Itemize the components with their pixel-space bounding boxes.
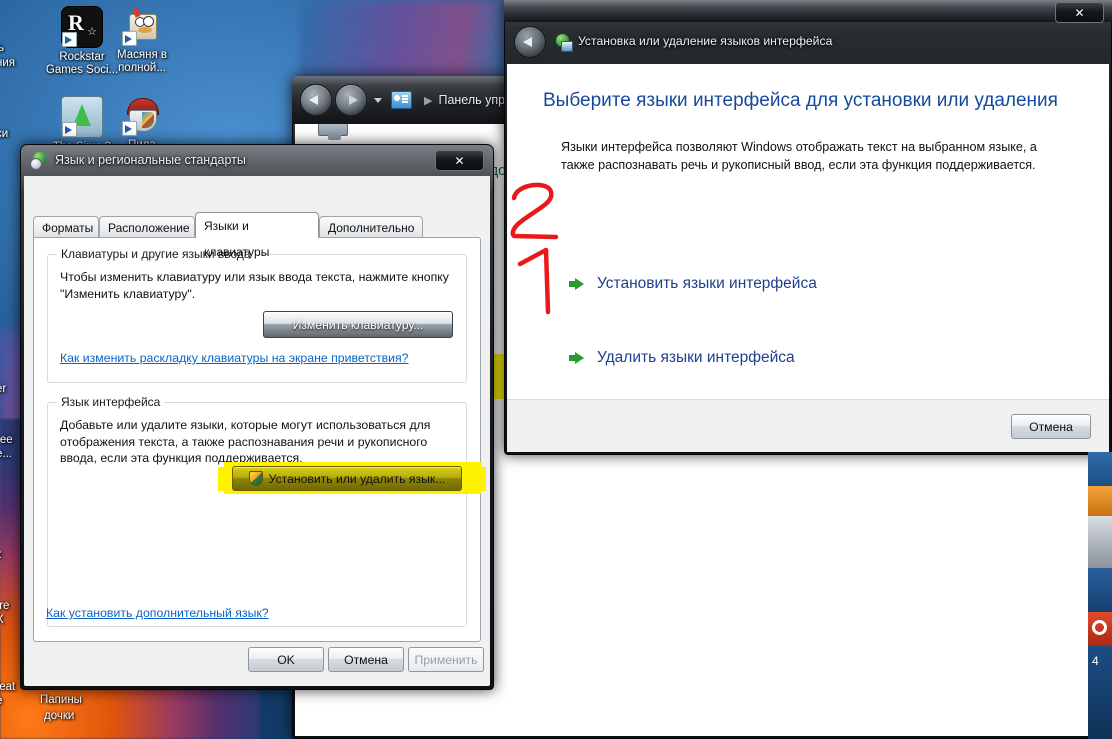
pila-icon [122,96,162,136]
breadcrumb: Установка или удаление языков интерфейса [578,34,833,48]
desktop-gradient-purple [300,0,510,80]
cp-item-label: производительности [359,124,498,127]
monitor-icon [317,124,348,140]
group-ui-language: Язык интерфейса Добавьте или удалите язы… [47,395,486,627]
clipped-label-2: ния [0,57,16,69]
clipped-label-papiny: Папины [40,694,82,706]
tabpanel-keyboards-languages: Клавиатуры и другие языки ввода Чтобы из… [33,237,486,642]
green-arrow-icon [569,277,584,292]
forward-button[interactable] [335,84,367,116]
task-label: Установить языки интерфейса [597,275,817,292]
clipped-label-6: e... [0,448,12,460]
tabstrip: Форматы Расположение Языки и клавиатуры … [33,212,481,259]
group-keyboards: Клавиатуры и другие языки ввода Чтобы из… [47,247,467,383]
clipped-label-9: X [0,614,4,626]
change-keyboard-button[interactable]: Изменить клавиатуру... [263,311,453,338]
gadget-strip-1 [1088,452,1112,486]
clipped-label-11: e [0,695,2,707]
breadcrumb-separator-icon: ▶ [424,94,433,107]
install-window-content: Выберите языки интерфейса для установки … [507,64,1109,452]
clipped-label-dochki: дочки [44,710,75,722]
masyanya-icon [122,6,162,46]
region-dialog-title: Язык и региональные стандарты [55,153,246,167]
page-description: Языки интерфейса позволяют Windows отобр… [561,140,1037,172]
cancel-button[interactable]: Отмена [328,647,404,672]
install-remove-language-label: Установить или удалить язык... [268,471,446,486]
group-keyboards-text: Чтобы изменить клавиатуру или язык ввода… [60,270,449,301]
cancel-button[interactable]: Отмена [1011,414,1091,439]
install-remove-language-button[interactable]: Установить или удалить язык... [232,466,462,491]
back-button[interactable] [514,26,546,58]
task-label: Удалить языки интерфейса [597,349,795,366]
install-window-footer: Отмена [507,399,1109,452]
region-dialog-titlebar[interactable]: Язык и региональные стандарты [20,144,494,176]
control-panel-icon [391,91,412,109]
clipped-label-8: tre [0,600,10,612]
install-window-titlebar[interactable] [504,0,1112,22]
gadget-strip-4 [1088,568,1112,612]
desktop-icon-masyanya[interactable]: Масяня в полной... [96,6,188,75]
task-install-languages[interactable]: Установить языки интерфейса [569,275,817,293]
sidebar-gadget-sliver[interactable]: 4 [1088,452,1112,739]
clipped-label-1: ь [0,42,4,54]
clipped-label-5: ree [0,434,13,446]
clipped-label-3: си [0,128,9,140]
install-languages-window[interactable]: ✕ Установка или удаление языков интерфей… [504,0,1112,455]
recent-pages-chevron-icon[interactable] [374,97,382,103]
group-ui-language-text: Добавьте или удалите языки, которые могу… [60,418,431,465]
clipped-label-7: к [0,549,1,561]
close-icon[interactable]: ✕ [435,150,484,171]
clipped-label-10: feat [0,681,16,693]
shield-icon [248,471,263,486]
region-language-icon [30,151,47,170]
cp-item-performance[interactable]: производительности [317,124,498,140]
install-window-navbar: Установка или удаление языков интерфейса [504,22,1112,64]
gadget-strip-5 [1088,612,1112,646]
green-arrow-icon [569,351,584,366]
ok-button[interactable]: OK [248,647,324,672]
gadget-strip-2 [1088,486,1112,516]
keyboard-layout-help-link[interactable]: Как изменить раскладку клавиатуры на экр… [60,351,409,365]
gadget-strip-6: 4 [1088,646,1112,739]
region-dialog-body: Форматы Расположение Языки и клавиатуры … [24,176,490,686]
tab-keyboards-languages[interactable]: Языки и клавиатуры [195,212,319,259]
install-additional-language-link[interactable]: Как установить дополнительный язык? [46,606,269,620]
tab-formats[interactable]: Форматы [33,216,99,238]
tab-location[interactable]: Расположение [99,216,195,238]
task-remove-languages[interactable]: Удалить языки интерфейса [569,349,795,367]
region-language-dialog[interactable]: Язык и региональные стандарты ✕ Форматы … [20,144,494,690]
group-ui-language-title: Язык интерфейса [57,395,165,409]
back-button[interactable] [300,84,332,116]
gadget-strip-3 [1088,516,1112,568]
tab-advanced[interactable]: Дополнительно [319,216,423,238]
apply-button: Применить [408,647,484,672]
clipped-label-4: er [0,383,7,395]
page-title: Выберите языки интерфейса для установки … [543,90,1058,111]
close-icon[interactable]: ✕ [1055,2,1104,23]
language-globe-icon [554,34,573,52]
desktop-icon-label: Масяня в полной... [117,49,167,74]
